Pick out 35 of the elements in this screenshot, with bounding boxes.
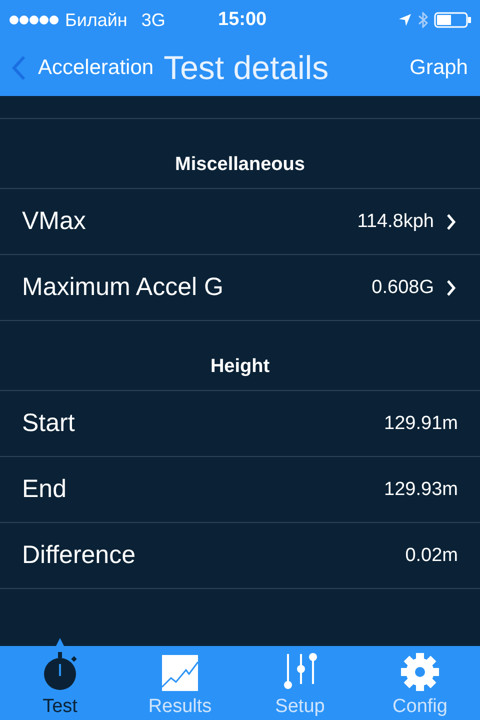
location-icon xyxy=(398,13,412,27)
row-value: 0.608G xyxy=(372,276,434,298)
sliders-icon xyxy=(282,652,318,692)
chevron-icon xyxy=(446,212,456,230)
tab[interactable]: Results xyxy=(120,646,240,720)
table-row[interactable]: VMax 114.8kph xyxy=(0,189,480,255)
chevron-icon xyxy=(446,278,456,296)
tab[interactable]: Config xyxy=(360,646,480,720)
table-row[interactable]: Maximum Accel G 0.608G xyxy=(0,255,480,321)
network-type: 3G xyxy=(141,10,166,30)
battery-icon xyxy=(434,12,472,28)
row-label: Difference xyxy=(22,541,136,570)
tab[interactable]: Test xyxy=(0,646,120,720)
gear-icon xyxy=(400,652,440,692)
signal-icon xyxy=(9,15,59,25)
section-header: Miscellaneous xyxy=(0,119,480,189)
row-label: End xyxy=(22,475,68,504)
row-value: 129.91m xyxy=(384,412,458,434)
row-value: 129.93m xyxy=(384,478,458,500)
section-header: Height xyxy=(0,321,480,391)
tab[interactable]: Setup xyxy=(240,646,360,720)
row-label: Maximum Accel G xyxy=(22,273,224,302)
graph-button[interactable]: Graph xyxy=(410,56,468,80)
row-label: VMax xyxy=(22,207,87,236)
clock-time: 15:00 xyxy=(218,9,267,31)
row-label: Start xyxy=(22,409,76,438)
page-title: Test details xyxy=(164,49,329,87)
stopwatch-icon xyxy=(41,650,79,692)
line-chart-icon xyxy=(161,654,199,692)
row-value: 0.02m xyxy=(405,544,458,566)
carrier-name: Билайн xyxy=(65,10,128,30)
bluetooth-icon xyxy=(418,12,428,28)
back-chevron-icon xyxy=(12,55,26,81)
back-button[interactable]: Acceleration xyxy=(12,55,154,81)
row-value: 114.8kph xyxy=(357,210,434,232)
